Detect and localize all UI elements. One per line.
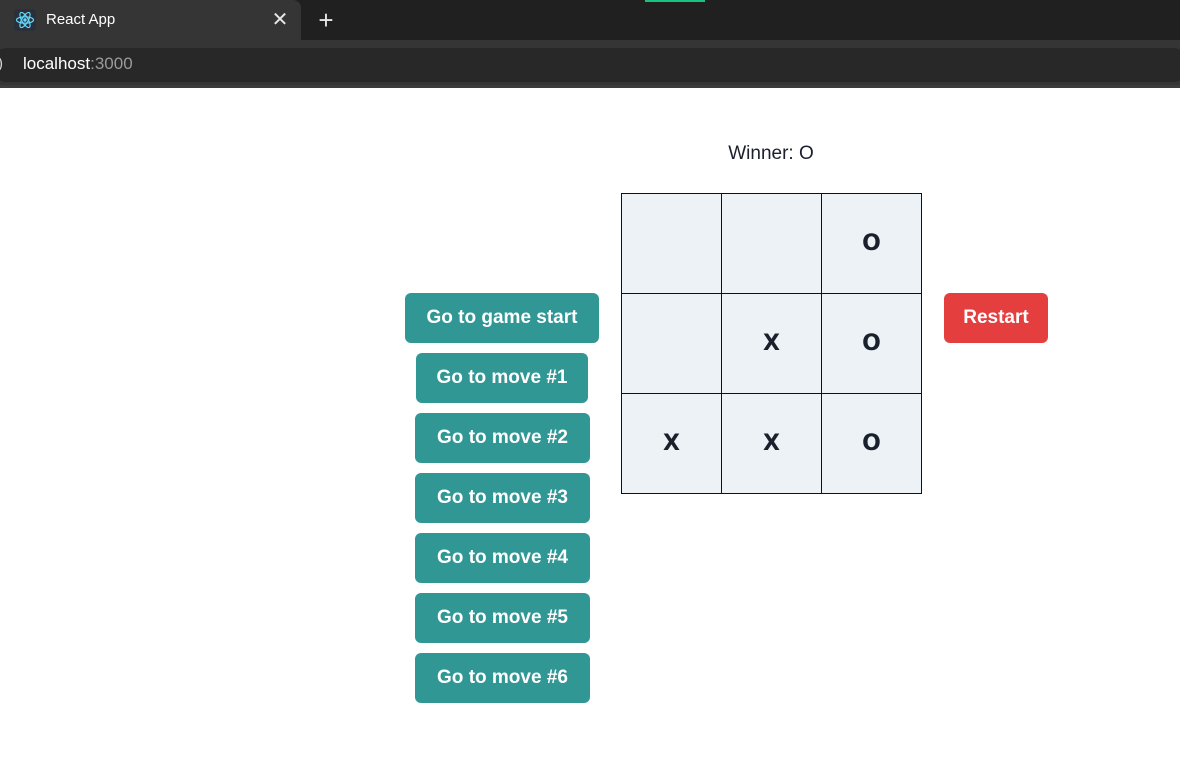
- url-port: :3000: [90, 54, 133, 73]
- board-square[interactable]: O: [821, 293, 922, 394]
- go-to-move-button[interactable]: Go to move #2: [415, 413, 590, 463]
- board-square[interactable]: [721, 193, 822, 294]
- game-board: O X O X X O: [621, 193, 922, 494]
- new-tab-icon[interactable]: +: [312, 6, 340, 34]
- tab-strip-accent: [645, 0, 705, 2]
- board-square[interactable]: X: [621, 393, 722, 494]
- go-to-move-button[interactable]: Go to move #4: [415, 533, 590, 583]
- browser-toolbar: ): [0, 40, 1180, 88]
- site-info-icon[interactable]: ): [0, 54, 6, 74]
- go-to-game-start-button[interactable]: Go to game start: [405, 293, 599, 343]
- board-square[interactable]: [621, 193, 722, 294]
- board-square[interactable]: O: [821, 193, 922, 294]
- browser-tab[interactable]: React App ✕: [0, 0, 301, 40]
- board-square[interactable]: [621, 293, 722, 394]
- address-bar[interactable]: [0, 48, 1180, 82]
- browser-tab-strip: React App ✕ +: [0, 0, 1180, 40]
- game-status: Winner: O: [728, 143, 814, 164]
- close-tab-icon[interactable]: ✕: [268, 8, 292, 32]
- restart-button[interactable]: Restart: [944, 293, 1048, 343]
- board-square[interactable]: X: [721, 293, 822, 394]
- url-text[interactable]: localhost:3000: [23, 53, 133, 75]
- react-logo-icon: [14, 9, 36, 31]
- board-square[interactable]: X: [721, 393, 822, 494]
- go-to-move-button[interactable]: Go to move #5: [415, 593, 590, 643]
- go-to-move-button[interactable]: Go to move #3: [415, 473, 590, 523]
- tab-title: React App: [46, 11, 116, 28]
- go-to-move-button[interactable]: Go to move #1: [416, 353, 588, 403]
- toolbar-divider: [0, 85, 1180, 88]
- url-host: localhost: [23, 54, 91, 73]
- board-square[interactable]: O: [821, 393, 922, 494]
- go-to-move-button[interactable]: Go to move #6: [415, 653, 590, 703]
